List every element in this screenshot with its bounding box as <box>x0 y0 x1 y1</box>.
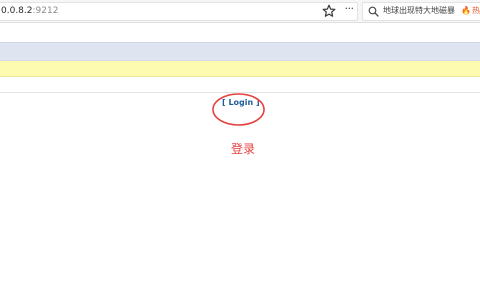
url-port: :9212 <box>32 6 59 16</box>
browser-toolbar: 0.0.8.2:9212 ··· 地球出现特大地磁暴 🔥热点 <box>0 0 480 23</box>
notice-band <box>0 61 480 77</box>
hot-badge-label: 热点 <box>471 6 480 15</box>
login-link[interactable]: [ Login ] <box>222 97 260 109</box>
annotation-label: 登录 <box>231 142 256 156</box>
navigation-band <box>0 42 480 61</box>
address-text: 0.0.8.2:9212 <box>1 5 58 17</box>
url-host: 0.0.8.2 <box>1 6 33 16</box>
hot-badge[interactable]: 🔥热点 <box>461 5 480 17</box>
search-box[interactable]: 地球出现特大地磁暴 🔥热点 <box>362 2 480 21</box>
browser-window: 0.0.8.2:9212 ··· 地球出现特大地磁暴 🔥热点 [ Login ]… <box>0 0 480 300</box>
address-bar[interactable]: 0.0.8.2:9212 <box>0 2 358 21</box>
bookmark-star-icon[interactable] <box>322 4 336 18</box>
content-divider <box>0 92 480 93</box>
search-icon <box>368 6 379 17</box>
page-actions-menu-button[interactable]: ··· <box>342 2 356 18</box>
flame-icon: 🔥 <box>461 6 471 15</box>
search-suggestion-text: 地球出现特大地磁暴 <box>383 6 455 15</box>
